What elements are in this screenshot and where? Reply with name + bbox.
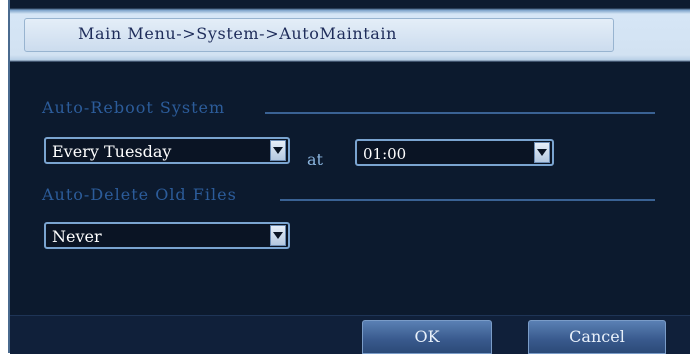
chevron-down-icon[interactable] xyxy=(534,142,550,163)
auto-delete-value: Never xyxy=(52,227,102,246)
auto-reboot-section-label: Auto-Reboot System xyxy=(42,98,226,117)
reboot-time-select[interactable]: 01:00 xyxy=(355,139,554,166)
cancel-button[interactable]: Cancel xyxy=(528,320,666,354)
auto-delete-select[interactable]: Never xyxy=(44,222,290,249)
button-bar: OK Cancel xyxy=(10,315,690,354)
reboot-day-value: Every Tuesday xyxy=(52,142,172,161)
automaintain-dialog: Main Menu->System->AutoMaintain Auto-Reb… xyxy=(8,0,690,354)
reboot-day-select[interactable]: Every Tuesday xyxy=(44,137,290,164)
at-label: at xyxy=(307,150,323,169)
dialog-title: Main Menu->System->AutoMaintain xyxy=(78,24,398,43)
auto-delete-divider xyxy=(280,199,655,201)
title-bar: Main Menu->System->AutoMaintain xyxy=(10,0,690,62)
auto-reboot-divider xyxy=(265,112,655,114)
chevron-down-icon[interactable] xyxy=(270,225,286,246)
reboot-time-value: 01:00 xyxy=(363,145,407,163)
auto-delete-section-label: Auto-Delete Old Files xyxy=(42,185,237,204)
chevron-down-icon[interactable] xyxy=(270,140,286,161)
ok-button[interactable]: OK xyxy=(362,320,492,354)
